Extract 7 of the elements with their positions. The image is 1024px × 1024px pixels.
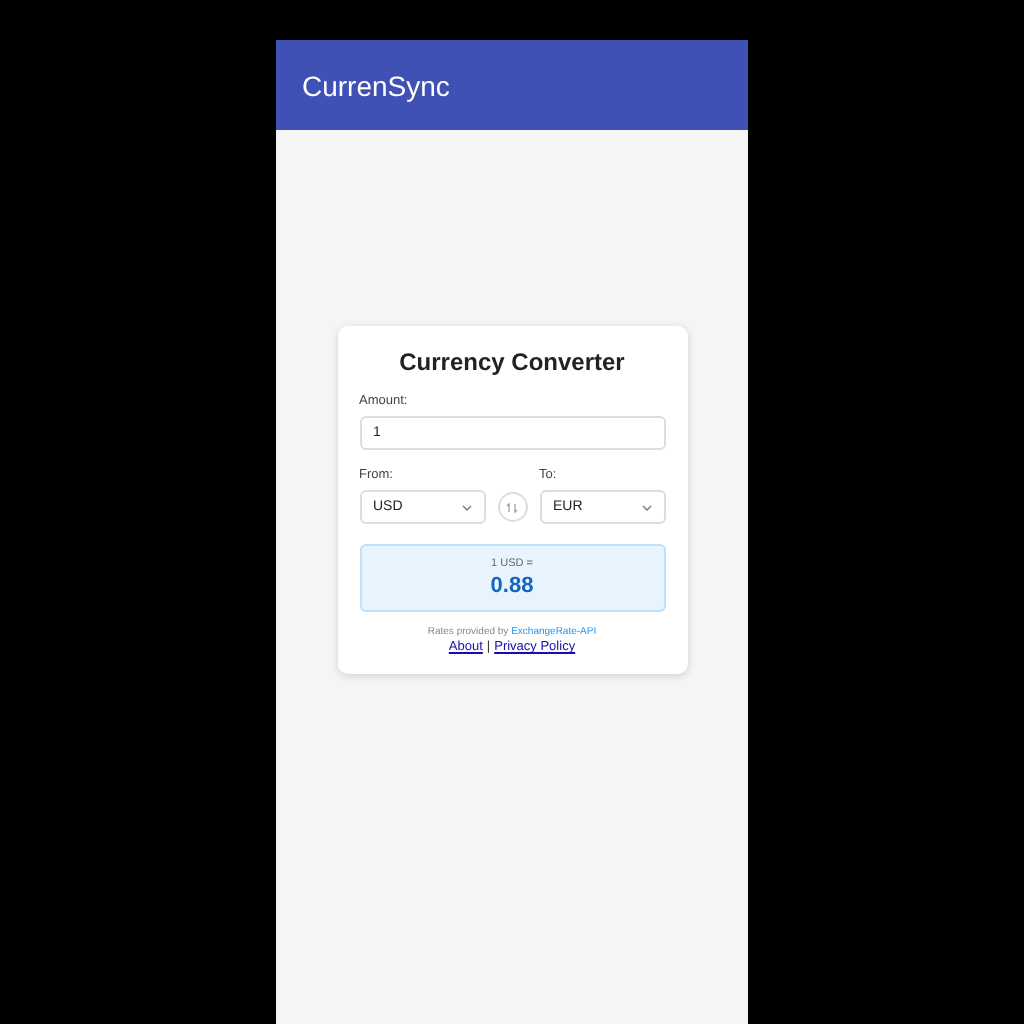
swap-button[interactable] bbox=[497, 492, 527, 522]
result-value: 0.88 bbox=[490, 574, 534, 598]
app-title: CurrenSync bbox=[302, 69, 450, 101]
chevron-down-icon bbox=[461, 503, 471, 511]
swap-arrows-icon bbox=[506, 501, 518, 513]
chevron-down-icon bbox=[641, 503, 651, 511]
card-title: Currency Converter bbox=[397, 348, 627, 376]
